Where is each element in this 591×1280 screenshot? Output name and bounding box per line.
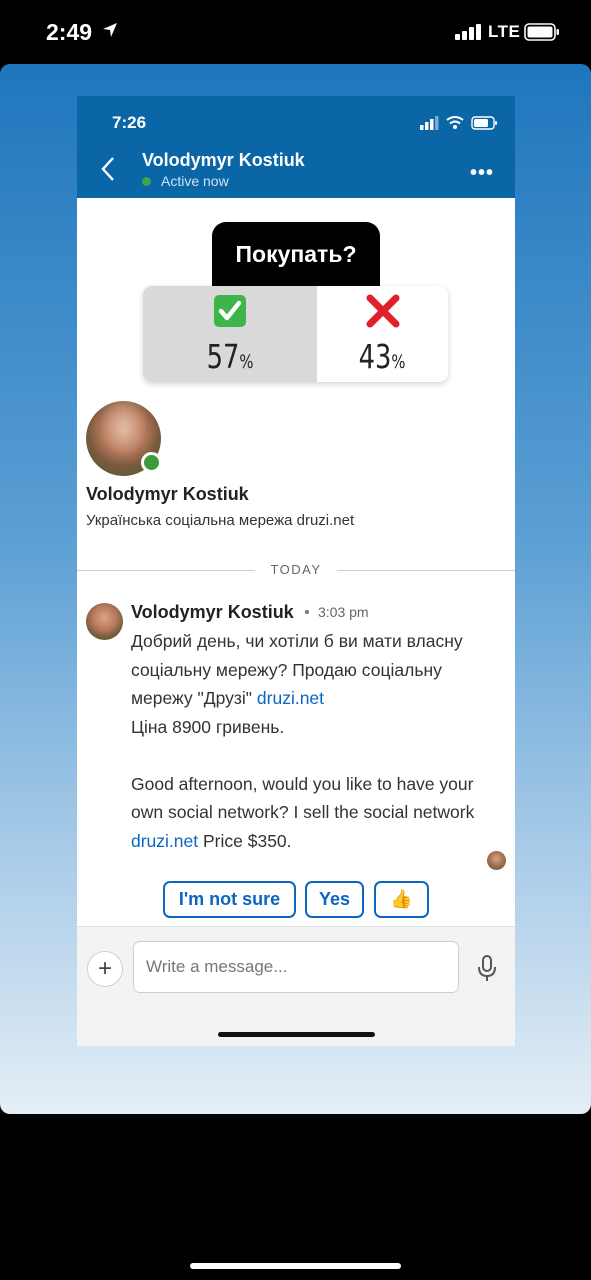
cellular-signal-icon bbox=[455, 24, 483, 45]
sender-avatar[interactable] bbox=[86, 603, 123, 640]
message-timestamp: 3:03 pm bbox=[318, 604, 369, 620]
separator-dot bbox=[305, 610, 309, 614]
quick-reply-thumbs-up[interactable]: 👍 bbox=[374, 881, 429, 918]
header-contact-name[interactable]: Volodymyr Kostiuk bbox=[142, 150, 305, 171]
poll-no-unit: % bbox=[391, 351, 406, 373]
message-text-en: Good afternoon, would you like to have y… bbox=[131, 773, 475, 823]
divider-line-left bbox=[77, 570, 255, 571]
more-options-icon[interactable]: ••• bbox=[470, 162, 494, 185]
poll-question: Покупать? bbox=[212, 222, 380, 292]
message-paragraph-ukrainian: Добрий день, чи хотіли б ви мати власну … bbox=[131, 627, 501, 741]
microphone-icon[interactable] bbox=[477, 955, 497, 988]
inner-clock: 7:26 bbox=[112, 113, 147, 132]
message-link-en[interactable]: druzi.net bbox=[131, 831, 198, 851]
outer-home-indicator bbox=[190, 1263, 401, 1269]
quick-reply-not-sure[interactable]: I'm not sure bbox=[163, 881, 296, 918]
online-indicator bbox=[141, 452, 162, 473]
message-composer: + bbox=[77, 926, 515, 1046]
poll-yes-unit: % bbox=[239, 351, 254, 373]
quick-reply-yes[interactable]: Yes bbox=[305, 881, 364, 918]
add-attachment-button[interactable]: + bbox=[87, 951, 123, 987]
embedded-screenshot: 7:26 Volodymyr Kostiuk Active now ••• По… bbox=[77, 96, 515, 1046]
story-card: 7:26 Volodymyr Kostiuk Active now ••• По… bbox=[0, 64, 591, 1114]
back-chevron-icon[interactable] bbox=[101, 156, 115, 187]
inner-status-icons bbox=[420, 115, 500, 136]
message-body: Добрий день, чи хотіли б ви мати власну … bbox=[131, 627, 501, 855]
message-link-uk[interactable]: druzi.net bbox=[257, 688, 324, 708]
outer-clock: 2:49 bbox=[46, 19, 93, 45]
read-receipt-avatar bbox=[487, 851, 506, 870]
poll-option-no: 43% bbox=[317, 286, 448, 382]
conversation-header: 7:26 Volodymyr Kostiuk Active now ••• bbox=[77, 96, 515, 198]
outer-status-bar: 2:49 LTE bbox=[0, 0, 591, 64]
poll-no-value: 43 bbox=[359, 337, 392, 376]
message-price-uk: Ціна 8900 гривень. bbox=[131, 716, 285, 737]
divider-line-right bbox=[337, 570, 515, 571]
message-input[interactable] bbox=[133, 941, 459, 993]
network-type: LTE bbox=[488, 22, 521, 41]
poll-option-yes: 57% bbox=[143, 286, 317, 382]
inner-home-indicator bbox=[218, 1032, 375, 1037]
cross-mark-icon bbox=[317, 294, 448, 333]
message-paragraph-english: Good afternoon, would you like to have y… bbox=[131, 770, 501, 856]
location-arrow-icon bbox=[102, 22, 118, 43]
poll-results: 57% 43% bbox=[143, 286, 448, 382]
header-active-status: Active now bbox=[161, 173, 229, 189]
message-price-en: Price $350. bbox=[203, 830, 292, 851]
message-sender-name[interactable]: Volodymyr Kostiuk bbox=[131, 602, 294, 623]
battery-icon bbox=[524, 23, 560, 46]
active-status-dot bbox=[142, 177, 151, 186]
profile-name[interactable]: Volodymyr Kostiuk bbox=[86, 484, 249, 505]
date-divider-label: TODAY bbox=[270, 562, 322, 577]
check-mark-icon bbox=[143, 294, 317, 333]
poll-yes-value: 57 bbox=[206, 337, 240, 376]
profile-headline: Українська соціальна мережа druzi.net bbox=[86, 512, 355, 529]
